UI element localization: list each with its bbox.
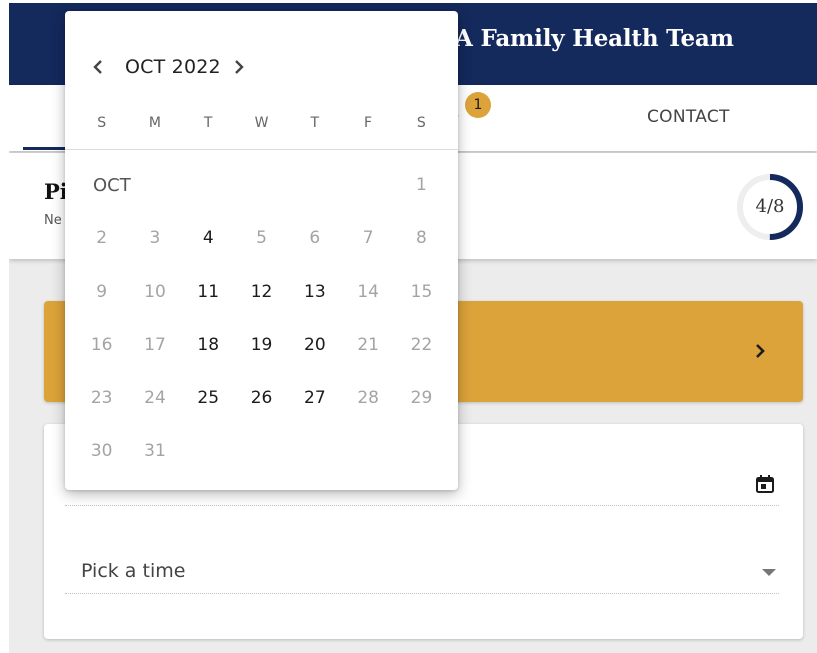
calendar-week-row: 2 345 6 7 8 — [75, 212, 448, 265]
calendar-day-disabled: 1 — [416, 175, 427, 195]
calendar-day-disabled: 6 — [309, 228, 321, 249]
calendar-week-row: 23 24 25 26 27 28 29 — [75, 372, 448, 425]
chevron-right-icon[interactable] — [228, 55, 250, 79]
calendar-day-disabled: 14 — [357, 281, 379, 302]
calendar-day-available[interactable]: 11 — [182, 266, 235, 319]
calendar-week-row: 9 10 11 12 13 14 15 — [75, 266, 448, 319]
weekday-label: S — [416, 115, 426, 131]
calendar-day-disabled: 29 — [410, 388, 433, 409]
weekday-label: M — [148, 115, 161, 131]
calendar-day-disabled: 21 — [357, 334, 379, 355]
calendar-day-disabled: 17 — [144, 334, 166, 355]
weekday-label: T — [310, 115, 320, 131]
site-title: A Family Health Team — [455, 25, 734, 52]
weekday-label: W — [254, 115, 269, 131]
time-select-placeholder: Pick a time — [81, 560, 186, 582]
calendar-day-disabled: 23 — [90, 388, 113, 409]
progress-text: 4/8 — [755, 196, 785, 217]
calendar-day-disabled: 31 — [144, 441, 166, 462]
calendar-day-available[interactable]: 20 — [288, 319, 341, 372]
calendar-day-disabled: 30 — [90, 441, 113, 462]
calendar-day-available[interactable]: 19 — [235, 319, 288, 372]
calendar-day-disabled: 15 — [410, 281, 433, 302]
calendar-day-disabled: 16 — [90, 334, 113, 355]
calendar-day-disabled: 8 — [416, 228, 427, 249]
weekday-label: F — [364, 115, 373, 131]
time-select[interactable]: Pick a time — [65, 550, 779, 594]
calendar-day-available[interactable]: 13 — [288, 266, 341, 319]
calendar-icon[interactable] — [755, 474, 775, 494]
datepicker-divider — [65, 149, 458, 150]
calendar-day-disabled: 2 — [96, 228, 108, 249]
calendar-day-disabled: 3 — [149, 228, 161, 249]
datepicker-header: OCT 2022 — [65, 11, 458, 111]
calendar-week-row: OCT 1 — [75, 159, 448, 212]
calendar-week-row: 30 31 — [75, 425, 448, 478]
calendar-day-disabled: 10 — [144, 281, 166, 302]
calendar-day-disabled: 9 — [96, 281, 108, 302]
calendar-day-available[interactable]: 18 — [182, 319, 235, 372]
calendar-day-available[interactable]: 12 — [235, 266, 288, 319]
calendar-day-available[interactable]: 26 — [235, 372, 288, 425]
calendar-day-disabled: 22 — [410, 334, 433, 355]
calendar-day-available[interactable]: 27 — [288, 372, 341, 425]
weekday-header-row: SMTWTFS — [75, 115, 448, 135]
calendar-month-label: OCT — [93, 175, 131, 196]
calendar-day-available[interactable]: 25 — [182, 372, 235, 425]
weekday-label: S — [97, 115, 107, 131]
calendar-day-disabled: 7 — [362, 228, 374, 249]
chevron-left-icon[interactable] — [87, 55, 109, 79]
calendar-day-disabled: 5 — [256, 228, 267, 249]
datepicker-popup: OCT 2022 SMTWTFS OCT 1 2 3 4 5 6 7 8 9 10 11 12 13 14 1… — [65, 11, 458, 490]
calendar-week-row: 16 17 18 19 20 21 22 — [75, 319, 448, 372]
weekday-label: T — [203, 115, 213, 131]
datepicker-month-label[interactable]: OCT 2022 — [125, 56, 221, 78]
caret-down-icon — [762, 569, 776, 576]
step-subtitle: Ne — [44, 213, 62, 228]
calendar-grid: OCT 1 2 3 4 5 6 7 8 9 10 11 12 13 14 15 16 17 18 19 20 21 22 23… — [75, 159, 448, 479]
notification-badge: 1 — [465, 92, 491, 118]
progress-ring: 4/8 — [736, 173, 804, 241]
chevron-right-icon — [756, 344, 765, 358]
calendar-day-available[interactable]: 4 — [182, 212, 235, 265]
tab-contact[interactable]: CONTACT — [647, 107, 730, 127]
calendar-day-disabled: 28 — [357, 388, 379, 409]
calendar-day-disabled: 24 — [144, 388, 166, 409]
